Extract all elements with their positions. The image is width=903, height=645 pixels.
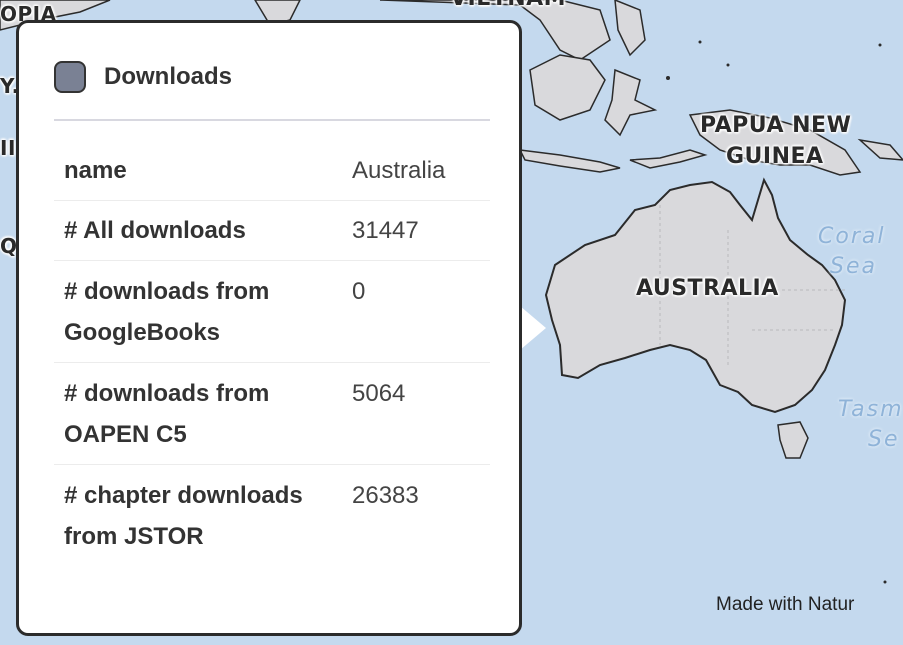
row-value: 26383 — [352, 482, 419, 509]
row-key: name — [64, 157, 127, 184]
map-label-coral-sea-line2: Sea — [830, 254, 877, 279]
row-value: Australia — [352, 157, 446, 184]
info-popup: Downloads name Australia # All downloads… — [16, 20, 522, 636]
map-label-papua-new-guinea-line2: GUINEA — [726, 144, 824, 169]
map-label-edge-4: Q — [0, 234, 18, 258]
map-attribution[interactable]: Made with Natur — [716, 594, 854, 616]
popup-rows: name Australia # All downloads 31447 # d… — [54, 141, 490, 605]
map-label-tasman-sea-line1: Tasm — [838, 397, 903, 422]
map-label-tasman-sea-line2: Se — [868, 427, 900, 452]
popup-pointer — [520, 306, 546, 350]
popup-row: # All downloads 31447 — [54, 201, 490, 261]
row-key: # chapter downloads from JSTOR — [64, 482, 303, 550]
row-key: # downloads from OAPEN C5 — [64, 380, 270, 448]
popup-header: Downloads — [54, 61, 232, 93]
popup-divider — [54, 119, 490, 121]
map-label-papua-new-guinea-line1: PAPUA NEW — [700, 113, 852, 138]
row-value: 31447 — [352, 217, 419, 244]
legend-swatch — [54, 61, 86, 93]
map-label-edge-3: II — [0, 136, 16, 160]
popup-row: name Australia — [54, 141, 490, 201]
row-key: # All downloads — [64, 217, 246, 244]
row-value: 5064 — [352, 380, 406, 407]
row-key: # downloads from GoogleBooks — [64, 278, 270, 346]
popup-row: # downloads from GoogleBooks 0 — [54, 261, 490, 363]
popup-row: # chapter downloads from JSTOR 26383 — [54, 465, 490, 605]
popup-title: Downloads — [104, 63, 233, 90]
row-value: 0 — [352, 278, 366, 305]
popup-row: # downloads from OAPEN C5 5064 — [54, 363, 490, 465]
map-label-coral-sea-line1: Coral — [818, 224, 886, 249]
map-label-vietnam: VIETNAM — [450, 0, 566, 11]
map-label-australia: AUSTRALIA — [636, 276, 779, 301]
